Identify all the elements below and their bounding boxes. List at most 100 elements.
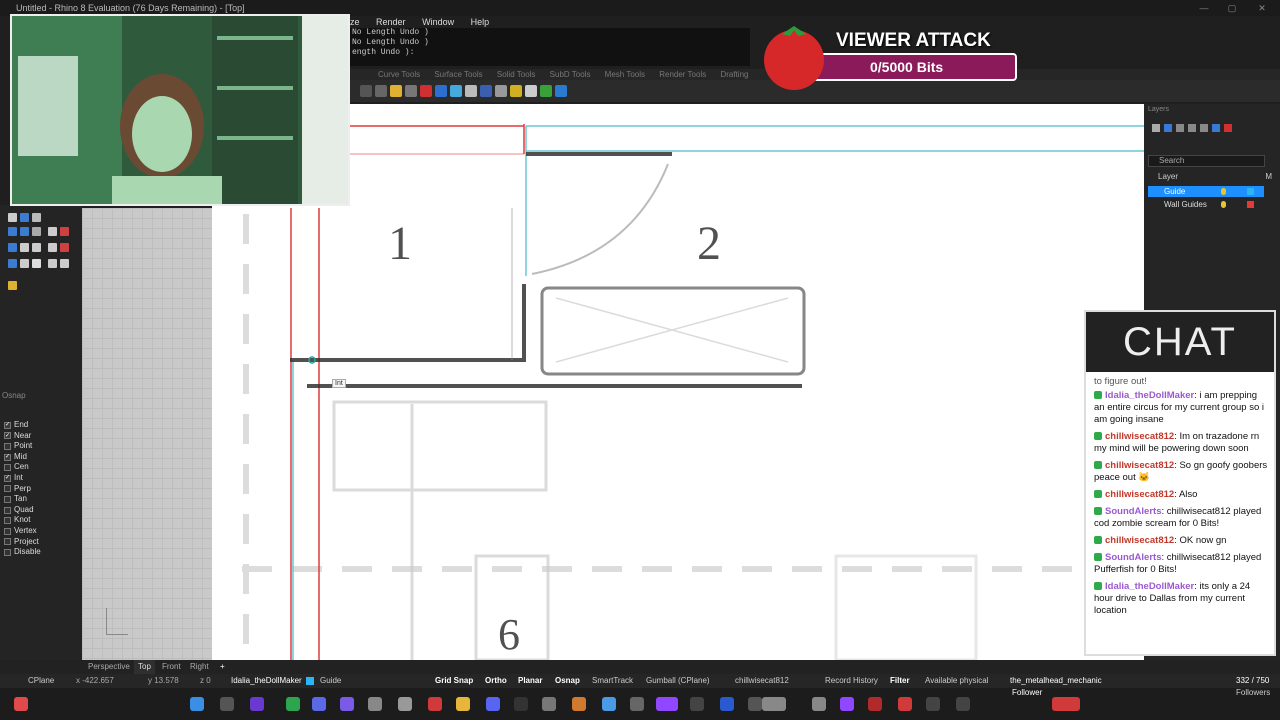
current-layer[interactable]: Guide xyxy=(320,674,341,688)
app-icon-15[interactable] xyxy=(868,697,882,711)
osnap-item-quad[interactable]: Quad xyxy=(0,505,82,516)
rhino-icon[interactable] xyxy=(398,697,412,711)
settings-icon[interactable] xyxy=(525,85,537,97)
smarttrack-toggle[interactable]: SmartTrack xyxy=(592,674,633,688)
planar-toggle[interactable]: Planar xyxy=(518,674,542,688)
osnap-item-vertex[interactable]: Vertex xyxy=(0,526,82,537)
app-icon-3[interactable] xyxy=(312,697,326,711)
app-icon-2[interactable] xyxy=(286,697,300,711)
chrome-icon[interactable] xyxy=(428,697,442,711)
light-icon[interactable] xyxy=(390,85,402,97)
app-icon-4[interactable] xyxy=(340,697,354,711)
app-icon-17[interactable] xyxy=(926,697,940,711)
close-button[interactable]: ✕ xyxy=(1248,0,1276,16)
app-icon-7[interactable] xyxy=(542,697,556,711)
analyze-tool-icon[interactable] xyxy=(60,243,69,252)
osnap-checkbox[interactable] xyxy=(4,464,11,472)
osnap-item-cen[interactable]: Cen xyxy=(0,462,82,473)
osnap-item-knot[interactable]: Knot xyxy=(0,515,82,526)
osnap-checkbox[interactable] xyxy=(4,442,11,450)
osnap-checkbox[interactable] xyxy=(4,517,11,525)
osnap-item-project[interactable]: Project xyxy=(0,537,82,548)
gumball-toggle[interactable]: Gumball (CPlane) xyxy=(646,674,710,688)
add-viewport-icon[interactable]: + xyxy=(216,660,229,674)
menu-window[interactable]: Window xyxy=(422,17,454,27)
cplane-label[interactable]: CPlane xyxy=(28,674,54,688)
new-layer-icon[interactable] xyxy=(1152,124,1160,132)
app-icon-18[interactable] xyxy=(956,697,970,711)
folder-icon[interactable] xyxy=(456,697,470,711)
move-up-icon[interactable] xyxy=(1188,124,1196,132)
dimension-tool-icon[interactable] xyxy=(48,243,57,252)
layer-tools-icon[interactable] xyxy=(1224,124,1232,132)
tab-render-tools[interactable]: Render Tools xyxy=(659,70,706,79)
fillet-tool-icon[interactable] xyxy=(20,259,29,268)
select-tool-icon[interactable] xyxy=(8,213,17,222)
minimize-button[interactable]: — xyxy=(1190,0,1218,16)
layer-row[interactable]: Guide xyxy=(1148,186,1264,197)
tab-right[interactable]: Right xyxy=(186,660,213,674)
osnap-item-mid[interactable]: ✓ Mid xyxy=(0,452,82,463)
layer-visible-icon[interactable] xyxy=(1221,188,1226,195)
grid-icon[interactable] xyxy=(465,85,477,97)
maximize-button[interactable]: ▢ xyxy=(1218,0,1246,16)
grid-snap-toggle[interactable]: Grid Snap xyxy=(435,674,473,688)
app-icon-10[interactable] xyxy=(630,697,644,711)
surface-tool-icon[interactable] xyxy=(8,243,17,252)
curve-tool-icon[interactable] xyxy=(8,227,17,236)
snap-tool-icon[interactable] xyxy=(48,259,57,268)
app-icon[interactable] xyxy=(14,697,28,711)
box-tool-icon[interactable] xyxy=(48,227,57,236)
tab-curve-tools[interactable]: Curve Tools xyxy=(378,70,420,79)
osnap-item-point[interactable]: Point xyxy=(0,441,82,452)
delete-layer-icon[interactable] xyxy=(1176,124,1184,132)
line-tool-icon[interactable] xyxy=(32,213,41,222)
layer-row[interactable]: Wall Guides xyxy=(1148,199,1264,210)
filter-icon[interactable] xyxy=(1212,124,1220,132)
cursor-icon[interactable] xyxy=(495,85,507,97)
osnap-toggle[interactable]: Osnap xyxy=(555,674,580,688)
tab-solid-tools[interactable]: Solid Tools xyxy=(497,70,536,79)
layer-color-swatch[interactable] xyxy=(1247,188,1254,195)
osnap-item-perp[interactable]: Perp xyxy=(0,484,82,495)
undo-icon[interactable] xyxy=(360,85,372,97)
solid-tool-icon[interactable] xyxy=(20,243,29,252)
app-icon-5[interactable] xyxy=(368,697,382,711)
new-sublayer-icon[interactable] xyxy=(1164,124,1172,132)
material-icon[interactable] xyxy=(450,85,462,97)
osnap-checkbox[interactable] xyxy=(4,485,11,493)
osnap-checkbox[interactable] xyxy=(4,506,11,514)
app-icon-14[interactable] xyxy=(812,697,826,711)
osnap-checkbox[interactable] xyxy=(4,538,11,546)
osnap-item-end[interactable]: ✓ End xyxy=(0,420,82,431)
render-icon[interactable] xyxy=(420,85,432,97)
mesh-tool-icon[interactable] xyxy=(32,243,41,252)
app-icon-16[interactable] xyxy=(898,697,912,711)
twitch-icon[interactable] xyxy=(840,697,854,711)
windows-start-icon[interactable] xyxy=(190,697,204,711)
osnap-checkbox[interactable] xyxy=(4,548,11,556)
osnap-checkbox[interactable]: ✓ xyxy=(4,474,11,482)
render-tool-icon[interactable] xyxy=(60,259,69,268)
text-tool-icon[interactable] xyxy=(32,227,41,236)
layers-search-input[interactable]: Search xyxy=(1148,155,1265,167)
layer-color-swatch[interactable] xyxy=(1247,201,1254,208)
perspective-viewport[interactable] xyxy=(82,208,212,660)
layer-visible-icon[interactable] xyxy=(1221,201,1226,208)
taskview-icon[interactable] xyxy=(250,697,264,711)
top-viewport[interactable]: 1 2 6 Int xyxy=(212,104,1144,660)
tab-front[interactable]: Front xyxy=(158,660,185,674)
sphere-icon[interactable] xyxy=(435,85,447,97)
menu-analyze[interactable]: ze xyxy=(350,17,360,27)
menu-help[interactable]: Help xyxy=(471,17,490,27)
osnap-checkbox[interactable]: ✓ xyxy=(4,421,11,429)
tab-surface-tools[interactable]: Surface Tools xyxy=(434,70,482,79)
globe-icon[interactable] xyxy=(480,85,492,97)
lock-icon[interactable] xyxy=(405,85,417,97)
ortho-toggle[interactable]: Ortho xyxy=(485,674,507,688)
transform-tool-icon[interactable] xyxy=(60,227,69,236)
arc-tool-icon[interactable] xyxy=(20,227,29,236)
sun-icon[interactable] xyxy=(510,85,522,97)
help-icon[interactable] xyxy=(555,85,567,97)
osnap-item-near[interactable]: ✓ Near xyxy=(0,431,82,442)
